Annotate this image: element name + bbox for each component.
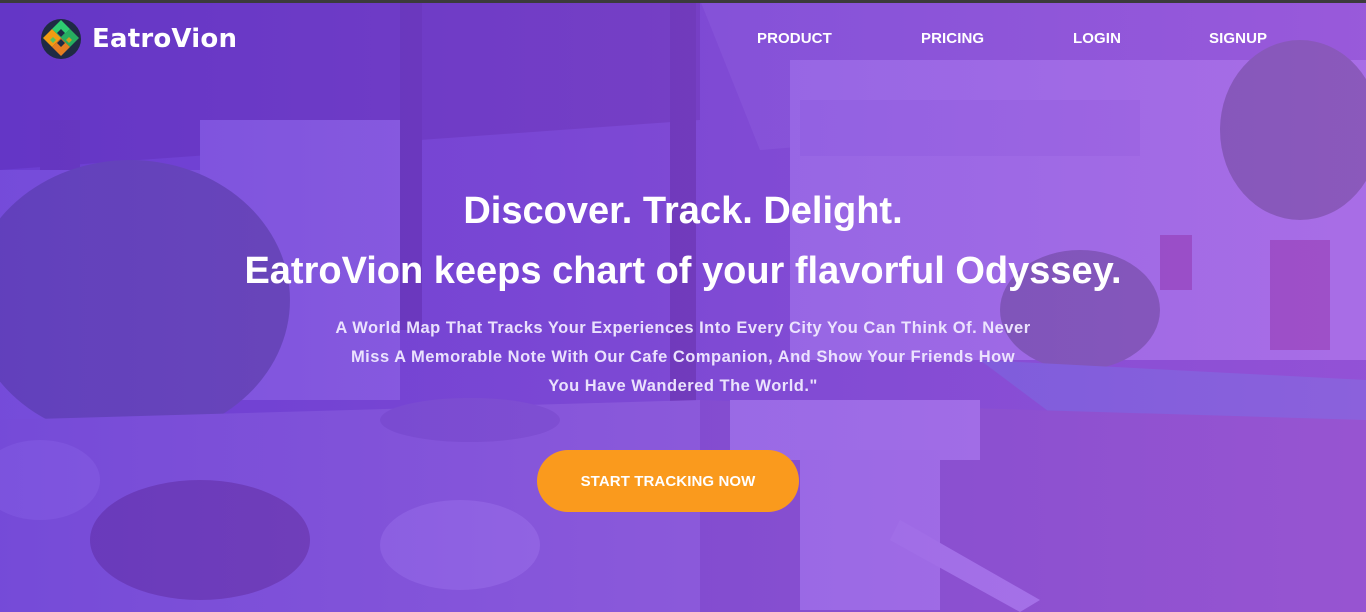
window-top-border (0, 0, 1366, 3)
hero-headline-line-1: Discover. Track. Delight. (463, 190, 903, 232)
hero-headline-line-2: EatroVion keeps chart of your flavorful … (244, 250, 1122, 292)
nav-link-product[interactable]: PRODUCT (757, 30, 832, 47)
hero-subtext: A World Map That Tracks Your Experiences… (335, 319, 1031, 395)
nav-link-signup[interactable]: SIGNUP (1209, 30, 1267, 47)
hero-headline: Discover. Track. Delight. EatroVion keep… (0, 181, 1366, 301)
nav-link-pricing[interactable]: PRICING (921, 30, 984, 47)
start-tracking-button[interactable]: START TRACKING NOW (537, 450, 799, 512)
nav-link-login[interactable]: LOGIN (1073, 30, 1121, 47)
color-overlay (0, 0, 1366, 612)
hero-section: EatroVion PRODUCT PRICING LOGIN SIGNUP D… (0, 0, 1366, 612)
top-nav: PRODUCT PRICING LOGIN SIGNUP (0, 30, 1366, 50)
